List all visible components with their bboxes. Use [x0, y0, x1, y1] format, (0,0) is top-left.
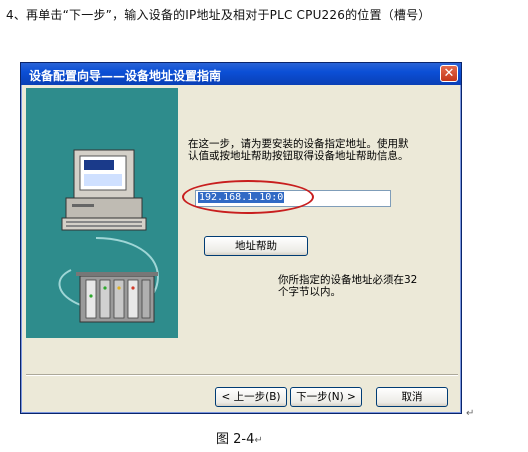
figure-caption-text: 图 2-4 — [216, 432, 255, 447]
caption-paragraph-mark: ↵ — [254, 435, 263, 446]
cancel-button[interactable]: 取消 — [376, 387, 448, 407]
document-heading: 4、再单击“下一步”，输入设备的IP地址及相对于PLC CPU226的位置（槽号… — [6, 8, 431, 22]
dialog-title: 设备配置向导——设备地址设置指南 — [29, 69, 222, 83]
figure-caption: 图 2-4↵ — [216, 428, 263, 447]
address-value: 192.168.1.10:0 — [198, 192, 285, 203]
instruction-text: 在这一步，请为要安装的设备指定地址。使用默认值或按地址帮助按钮取得设备地址帮助信… — [188, 138, 409, 162]
computer-icon — [61, 149, 147, 231]
close-icon: ✕ — [443, 66, 455, 81]
plc-rack-icon — [76, 272, 158, 323]
paragraph-mark: ↵ — [466, 408, 475, 419]
button-separator — [26, 374, 458, 376]
close-button[interactable]: ✕ — [440, 65, 458, 82]
wizard-illustration — [26, 88, 178, 338]
address-help-button[interactable]: 地址帮助 — [204, 236, 308, 256]
illustration-svg — [58, 149, 159, 323]
address-length-note: 你所指定的设备地址必须在32个字节以内。 — [278, 274, 418, 298]
next-button[interactable]: 下一步(N) > — [290, 387, 362, 407]
back-button[interactable]: < 上一步(B) — [215, 387, 287, 407]
title-bar: 设备配置向导——设备地址设置指南 ✕ — [21, 63, 461, 85]
device-address-input[interactable]: 192.168.1.10:0 — [195, 190, 391, 207]
